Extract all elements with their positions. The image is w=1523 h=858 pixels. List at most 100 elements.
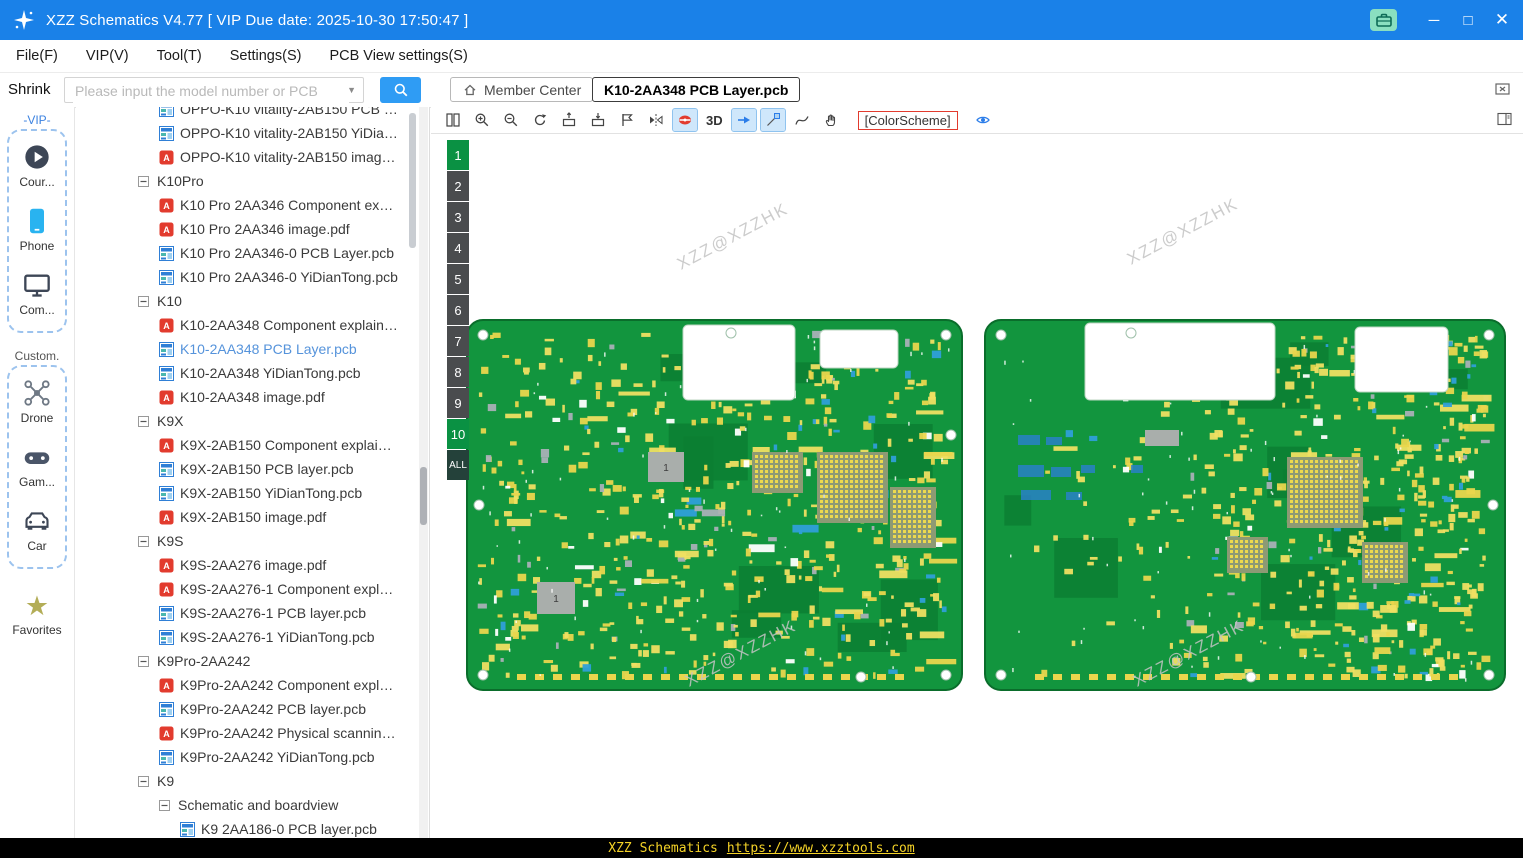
tree-file-row[interactable]: K9 2AA186-0 PCB layer.pcb [76, 817, 429, 838]
3d-view-button[interactable]: 3D [702, 113, 727, 128]
tree-file-row[interactable]: K10 Pro 2AA346-0 PCB Layer.pcb [76, 241, 429, 265]
collapse-minus-icon[interactable] [138, 175, 149, 187]
split-view-icon[interactable] [441, 109, 465, 131]
tree-file-row[interactable]: A K10 Pro 2AA346 Component expla... [76, 193, 429, 217]
tree-file-row[interactable]: K10-2AA348 PCB Layer.pcb [76, 337, 429, 361]
tree-file-row[interactable]: A K9X-2AB150 Component explain.p... [76, 433, 429, 457]
layer-button-8[interactable]: 8 [447, 357, 469, 387]
refresh-icon[interactable] [528, 109, 552, 131]
tree-item-label: K10-2AA348 YiDianTong.pcb [180, 365, 361, 381]
close-button[interactable]: ✕ [1485, 0, 1519, 40]
tree-group-row[interactable]: K9S [76, 529, 429, 553]
collapse-minus-icon[interactable] [138, 655, 149, 667]
custom-box: Drone Gam... Car [7, 365, 67, 569]
layer-button-6[interactable]: 6 [447, 295, 469, 325]
pcb-canvas[interactable]: 1 1 XZZ@XZZHK XZZ@XZZHK XZZ@XZZHK XZZ@XZZHK 1… [431, 135, 1523, 838]
collapse-minus-icon[interactable] [138, 775, 149, 787]
tree-file-row[interactable]: K9X-2AB150 YiDianTong.pcb [76, 481, 429, 505]
layer-button-7[interactable]: 7 [447, 326, 469, 356]
minimize-button[interactable]: ─ [1417, 0, 1451, 40]
tab-member-center[interactable]: Member Center [450, 77, 594, 102]
tree-file-row[interactable]: K10-2AA348 YiDianTong.pcb [76, 361, 429, 385]
tree-file-row[interactable]: K9S-2AA276-1 YiDianTong.pcb [76, 625, 429, 649]
red-overlay-icon[interactable] [672, 108, 698, 132]
visibility-eye-icon[interactable] [971, 109, 995, 131]
menu-tool[interactable]: Tool(T) [157, 48, 202, 64]
layer-button-1[interactable]: 1 [447, 140, 469, 170]
pan-hand-icon[interactable] [819, 109, 843, 131]
panel-scrollbar[interactable] [419, 107, 428, 838]
tree-group-row[interactable]: K9X [76, 409, 429, 433]
tree-file-row[interactable]: K9S-2AA276-1 PCB layer.pcb [76, 601, 429, 625]
panel-scrollbar-thumb[interactable] [420, 467, 427, 525]
panel-toggle-icon[interactable] [1496, 111, 1513, 127]
close-tab-icon[interactable] [1494, 81, 1511, 97]
tree-file-row[interactable]: K10 Pro 2AA346-0 YiDianTong.pcb [76, 265, 429, 289]
rail-item-computer[interactable]: Com... [19, 271, 55, 317]
layer-button-10[interactable]: 10 [447, 419, 469, 449]
tree-file-row[interactable]: OPPO-K10 vitality-2AB150 PCB lay... [76, 107, 429, 121]
tree-file-row[interactable]: A K9S-2AA276-1 Component explain... [76, 577, 429, 601]
tab-member-center-label: Member Center [484, 81, 582, 98]
menu-pcb-view-settings[interactable]: PCB View settings(S) [329, 48, 467, 64]
status-link[interactable]: https://www.xzztools.com [727, 841, 915, 856]
menu-settings[interactable]: Settings(S) [230, 48, 302, 64]
rail-item-phone[interactable]: Phone [20, 207, 54, 253]
maximize-button[interactable]: □ [1451, 0, 1485, 40]
favorites-button[interactable]: ★ Favorites [0, 593, 74, 638]
tab-active-pcb[interactable]: K10-2AA348 PCB Layer.pcb [592, 77, 801, 102]
tree-file-row[interactable]: A K9Pro-2AA242 Component explain... [76, 673, 429, 697]
rail-item-car[interactable]: Car [23, 507, 51, 553]
svg-text:A: A [163, 225, 170, 235]
tree-file-row[interactable]: A K9S-2AA276 image.pdf [76, 553, 429, 577]
tree-group-row[interactable]: K10Pro [76, 169, 429, 193]
flip-horizontal-icon[interactable] [644, 109, 668, 131]
colorscheme-button[interactable]: [ColorScheme] [857, 110, 958, 130]
tree-file-row[interactable]: K9Pro-2AA242 YiDianTong.pcb [76, 745, 429, 769]
tree-group-row[interactable]: K9 [76, 769, 429, 793]
zoom-in-icon[interactable] [470, 109, 494, 131]
menu-vip[interactable]: VIP(V) [86, 48, 129, 64]
tree-file-row[interactable]: A K10 Pro 2AA346 image.pdf [76, 217, 429, 241]
shrink-button[interactable]: Shrink [8, 81, 51, 98]
collapse-minus-icon[interactable] [138, 415, 149, 427]
tree-file-row[interactable]: A K10-2AA348 image.pdf [76, 385, 429, 409]
collapse-minus-icon[interactable] [138, 295, 149, 307]
tree-group-row[interactable]: K9Pro-2AA242 [76, 649, 429, 673]
search-button[interactable] [380, 77, 421, 103]
layer-button-4[interactable]: 4 [447, 233, 469, 263]
rail-item-course[interactable]: Cour... [19, 143, 55, 189]
model-search-input[interactable] [73, 79, 349, 103]
tree-file-row[interactable]: A K9Pro-2AA242 Physical scanning i... [76, 721, 429, 745]
collapse-minus-icon[interactable] [138, 535, 149, 547]
tree-scrollbar-thumb[interactable] [409, 113, 416, 248]
collapse-minus-icon[interactable] [159, 799, 170, 811]
layer-button-5[interactable]: 5 [447, 264, 469, 294]
tree-group-row[interactable]: Schematic and boardview [76, 793, 429, 817]
window-controls: ─ □ ✕ [1370, 0, 1523, 40]
tree-file-row[interactable]: K9X-2AB150 PCB layer.pcb [76, 457, 429, 481]
export-box-icon[interactable] [557, 109, 581, 131]
tree-file-row[interactable]: A K9X-2AB150 image.pdf [76, 505, 429, 529]
layer-button-all[interactable]: ALL [447, 450, 469, 480]
next-arrow-icon[interactable] [730, 108, 757, 132]
measure-icon[interactable] [759, 108, 786, 132]
zoom-out-icon[interactable] [499, 109, 523, 131]
model-search-box[interactable]: ▼ [64, 77, 364, 103]
tree-file-row[interactable]: A OPPO-K10 vitality-2AB150 image.p... [76, 145, 429, 169]
tree-file-row[interactable]: A K10-2AA348 Component explain.p... [76, 313, 429, 337]
flag-icon[interactable] [615, 109, 639, 131]
layer-button-2[interactable]: 2 [447, 171, 469, 201]
rail-item-drone[interactable]: Drone [21, 379, 53, 425]
tree-file-row[interactable]: OPPO-K10 vitality-2AB150 YiDianT... [76, 121, 429, 145]
tree-file-row[interactable]: K9Pro-2AA242 PCB layer.pcb [76, 697, 429, 721]
layer-button-3[interactable]: 3 [447, 202, 469, 232]
pcb-file-icon [180, 821, 195, 837]
layer-button-9[interactable]: 9 [447, 388, 469, 418]
rail-item-game[interactable]: Gam... [19, 443, 55, 489]
menu-file[interactable]: File(F) [16, 48, 58, 64]
license-card-icon[interactable] [1370, 9, 1397, 31]
curve-tool-icon[interactable] [790, 109, 814, 131]
import-box-icon[interactable] [586, 109, 610, 131]
tree-group-row[interactable]: K10 [76, 289, 429, 313]
